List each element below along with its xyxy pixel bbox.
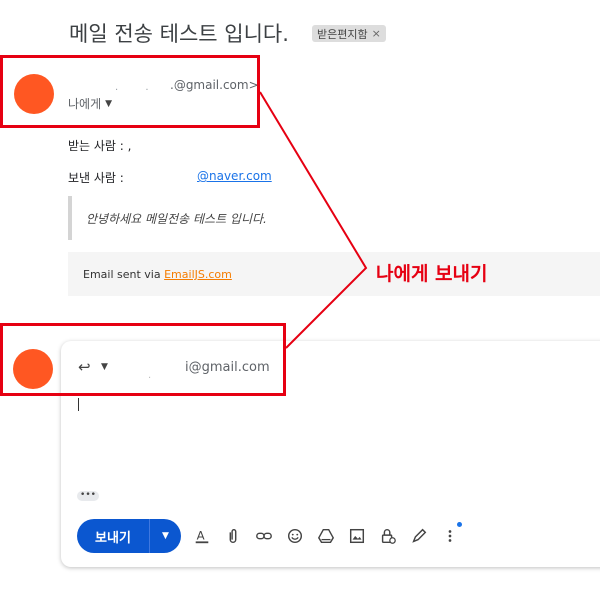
link-icon[interactable] bbox=[254, 526, 274, 546]
text-cursor bbox=[78, 398, 79, 411]
send-button[interactable]: 보내기 ▼ bbox=[77, 519, 181, 553]
send-button-label: 보내기 bbox=[95, 530, 131, 546]
more-options-icon[interactable] bbox=[440, 526, 460, 546]
send-options-chevron-icon[interactable]: ▼ bbox=[150, 531, 181, 541]
footer-text: Email sent via EmailJS.com bbox=[83, 268, 232, 281]
annotation-box-reply bbox=[0, 323, 286, 396]
message-body: 안녕하세요 메일전송 테스트 입니다. bbox=[86, 212, 267, 226]
drive-icon[interactable] bbox=[316, 526, 336, 546]
to-field: 받는 사람 : , bbox=[68, 139, 132, 153]
show-trimmed-content-button[interactable]: ••• bbox=[77, 491, 99, 501]
emailjs-link[interactable]: EmailJS.com bbox=[164, 268, 232, 281]
annotation-box-sender bbox=[0, 55, 260, 128]
attach-icon[interactable] bbox=[223, 526, 243, 546]
photo-icon[interactable] bbox=[347, 526, 367, 546]
confidential-icon[interactable] bbox=[378, 526, 398, 546]
quote-bar bbox=[68, 196, 72, 240]
from-field: 보낸 사람 : bbox=[68, 171, 124, 185]
label-text: 받은편지함 bbox=[317, 27, 368, 41]
svg-text:A: A bbox=[197, 529, 205, 543]
inbox-label-chip[interactable]: 받은편지함 × bbox=[312, 25, 386, 42]
from-email-link[interactable]: @naver.com bbox=[197, 169, 272, 183]
footer-prefix: Email sent via bbox=[83, 268, 165, 281]
signature-icon[interactable] bbox=[409, 526, 429, 546]
notification-dot bbox=[457, 522, 462, 527]
annotation-label: 나에게 보내기 bbox=[376, 263, 488, 285]
text-format-icon[interactable]: A bbox=[192, 526, 212, 546]
emoji-icon[interactable] bbox=[285, 526, 305, 546]
remove-label-icon[interactable]: × bbox=[372, 27, 381, 40]
email-subject: 메일 전송 테스트 입니다. bbox=[69, 22, 289, 46]
